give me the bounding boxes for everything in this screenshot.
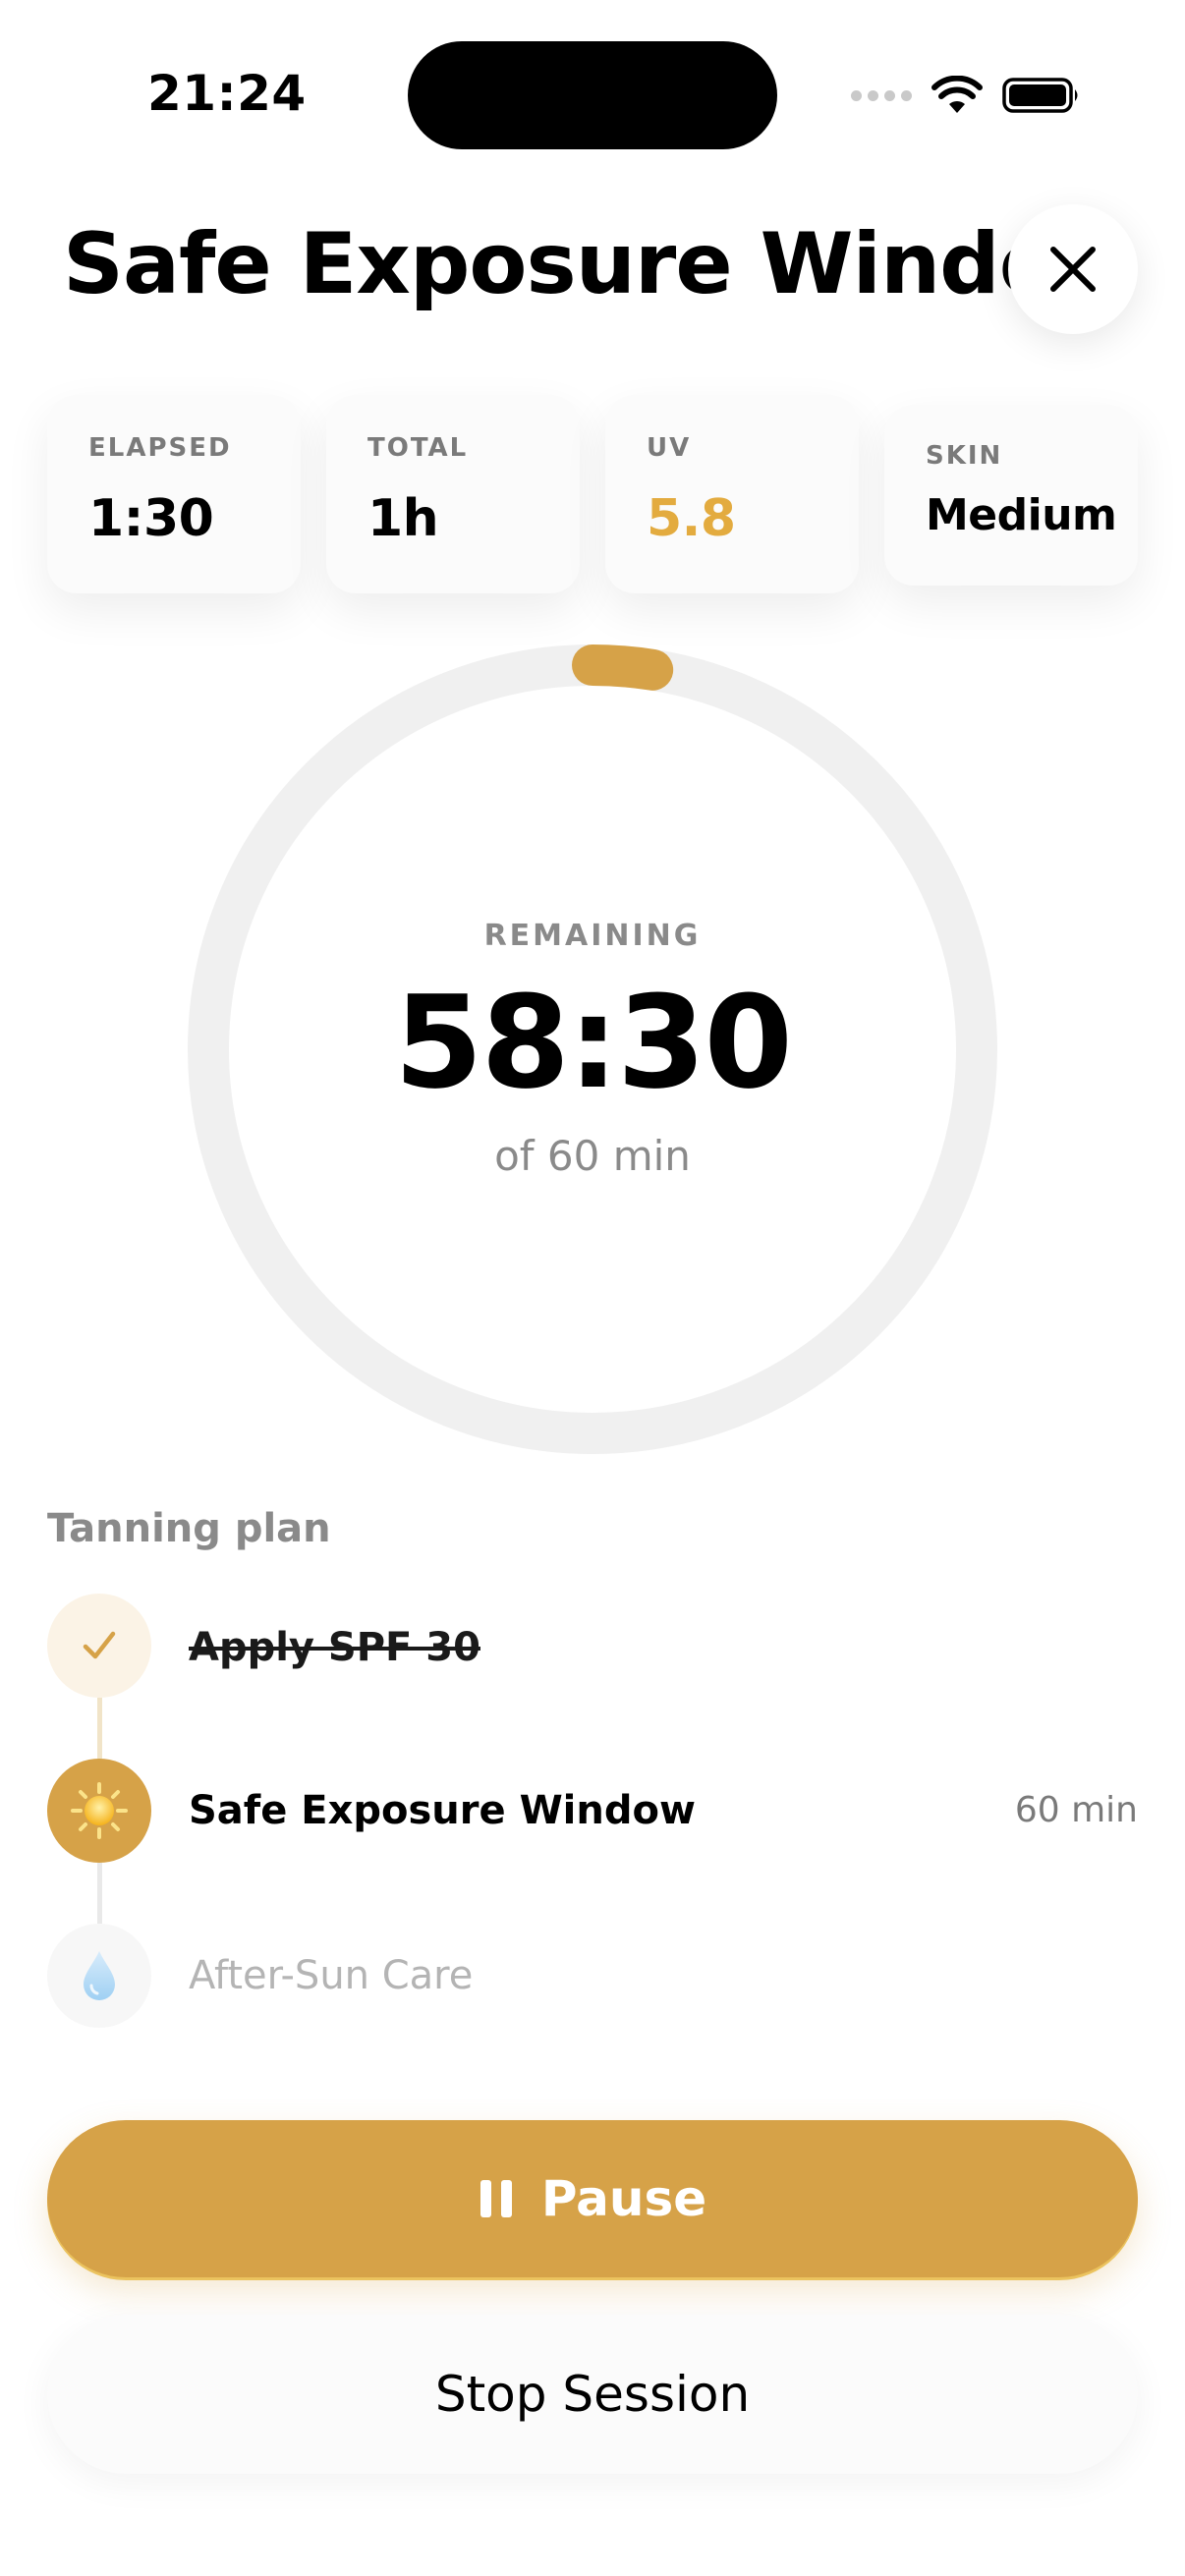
stat-label: TOTAL [367,433,469,463]
step-label-safe-exposure: Safe Exposure Window [189,1788,696,1833]
stat-value: Medium [926,490,1117,540]
stop-session-label: Stop Session [434,2366,751,2423]
step-label-apply-spf: Apply SPF 30 [189,1625,480,1670]
status-icons [851,71,1081,120]
pause-label: Pause [540,2170,707,2227]
stat-card-elapsed: ELAPSED 1:30 [47,395,301,593]
step-label-after-sun: After-Sun Care [189,1953,474,1998]
step-status-active [47,1759,151,1863]
ring-progress-arc [572,644,674,691]
step-connector [97,1698,102,1759]
battery-icon [1002,78,1078,113]
step-duration: 60 min [1014,1790,1138,1830]
plan-heading: Tanning plan [47,1506,331,1551]
check-icon [83,1631,116,1659]
stat-label: UV [647,433,692,463]
stat-card-uv: UV 5.8 [605,395,859,593]
uv-value: 5.8 [647,489,736,548]
close-button[interactable] [1008,204,1138,334]
sun-icon [71,1782,128,1839]
step-status-done [47,1594,151,1698]
stop-session-button[interactable]: Stop Session [47,2315,1138,2474]
stat-value: 1h [367,489,439,548]
pause-icon [480,2180,512,2217]
wifi-icon [931,76,983,113]
close-icon [1050,247,1096,292]
step-connector [97,1863,102,1924]
stat-card-total: TOTAL 1h [326,395,580,593]
remaining-time: 58:30 [394,968,793,1117]
cellular-dots-icon [851,89,912,101]
stat-label: ELAPSED [88,433,232,463]
status-time: 21:24 [147,65,307,122]
remaining-label: REMAINING [483,919,702,953]
pause-button[interactable]: Pause [47,2120,1138,2277]
total-duration-label: of 60 min [494,1132,691,1180]
step-status-upcoming [47,1924,151,2028]
page-title: Safe Exposure Window [63,218,1026,311]
stat-card-skin: SKIN Medium [884,405,1138,586]
dynamic-island [408,41,777,149]
droplet-icon [84,1951,115,2000]
stat-label: SKIN [926,441,1003,471]
stat-value: 1:30 [88,489,214,548]
